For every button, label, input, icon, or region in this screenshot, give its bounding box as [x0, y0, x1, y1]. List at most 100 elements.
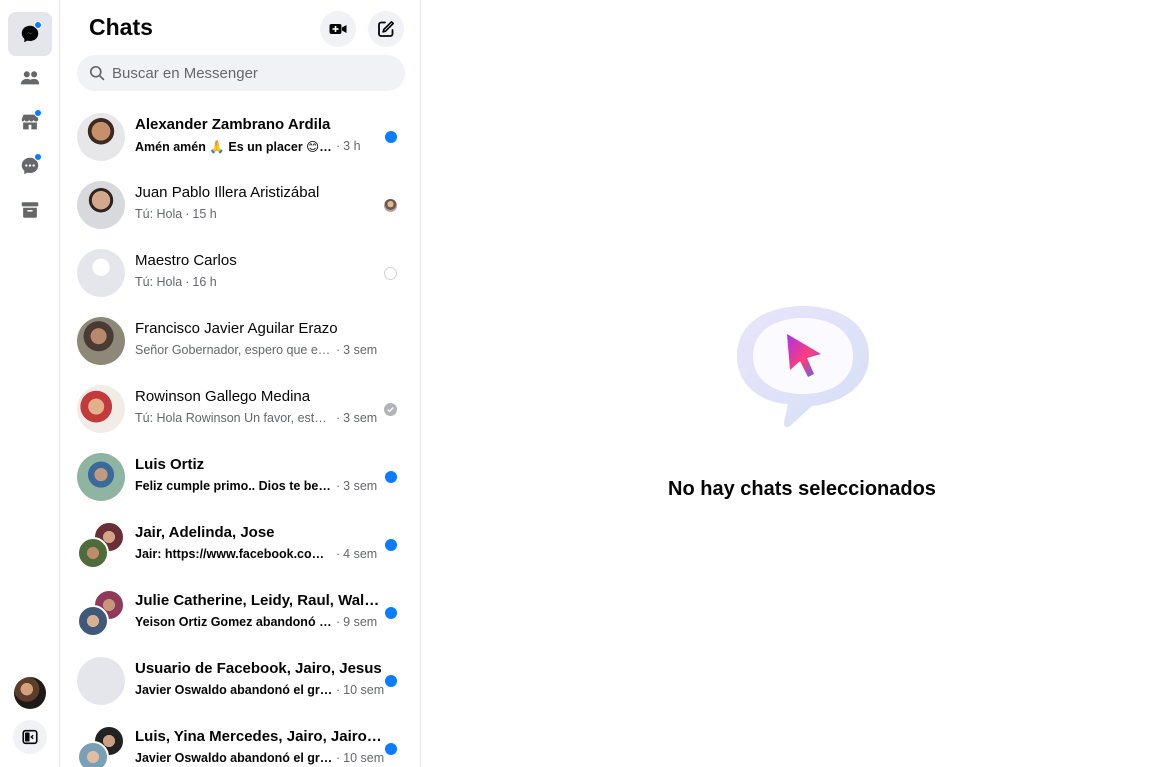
rail-archive-button[interactable]: [8, 188, 52, 232]
search-input[interactable]: [112, 64, 392, 82]
chat-name: Alexander Zambrano Ardila: [135, 116, 331, 133]
chat-preview: Javier Oswaldo abandonó el grupo · 10 sem: [135, 683, 385, 697]
chat-time: 10 sem: [343, 751, 385, 765]
messenger-app: Chats Alexander Zambrano Ardila Amén amén…: [0, 0, 1167, 767]
chat-name: Jair, Adelinda, Jose: [135, 524, 275, 541]
chat-preview: Tú: Hola · 16 h: [135, 275, 385, 289]
unread-dot: [385, 675, 397, 687]
compose-icon: [378, 21, 394, 37]
avatar: [77, 521, 125, 569]
chat-row[interactable]: Usuario de Facebook, Jairo, Jesus Javier …: [69, 647, 413, 715]
separator: ·: [336, 343, 341, 357]
chat-name: Rowinson Gallego Medina: [135, 388, 311, 405]
rail-marketplace-button[interactable]: [8, 100, 52, 144]
chat-name: Maestro Carlos: [135, 252, 237, 269]
sidebar-toggle-icon: [22, 729, 38, 745]
conversation-area: No hay chats seleccionados: [422, 0, 1167, 767]
profile-avatar[interactable]: [14, 677, 46, 709]
avatar: [77, 113, 125, 161]
chat-preview: Feliz cumple primo.. Dios te bendiga · 3 s…: [135, 479, 385, 493]
chat-preview: Jair: https://www.facebook.com/share·4 s…: [135, 547, 385, 561]
unread-dot: [385, 607, 397, 619]
chat-name: Luis Ortiz: [135, 456, 205, 473]
notification-dot: [34, 21, 42, 29]
sent-indicator: [384, 267, 397, 280]
notification-dot: [34, 109, 42, 117]
chat-row[interactable]: Julie Catherine, Leidy, Raul, Walter Yeis…: [69, 579, 413, 647]
chat-time: 10 sem: [343, 683, 385, 697]
no-chat-illustration: [737, 306, 869, 428]
separator: ·: [336, 139, 341, 153]
avatar: [77, 725, 125, 767]
chat-snippet: Tú: Hola: [135, 275, 183, 289]
toggle-sidebar-button[interactable]: [13, 720, 47, 754]
chat-row[interactable]: Luis, Yina Mercedes, Jairo, Jairo, Yeiso…: [69, 715, 413, 767]
unread-dot: [385, 743, 397, 755]
search-icon: [89, 65, 105, 81]
chat-snippet: Tú: Hola: [135, 207, 183, 221]
chat-row[interactable]: Jair, Adelinda, Jose Jair: https://www.fa…: [69, 511, 413, 579]
seen-avatar: [384, 199, 397, 212]
chat-snippet: Javier Oswaldo abandonó el grupo: [135, 683, 333, 697]
chat-snippet: Javier Oswaldo abandonó el grupo: [135, 751, 333, 765]
chat-preview: Señor Gobernador, espero que esté muy bi…: [135, 343, 385, 357]
chat-time: 3 sem: [343, 411, 378, 425]
avatar: [77, 249, 125, 297]
empty-state-text: No hay chats seleccionados: [668, 478, 936, 500]
chat-name: Luis, Yina Mercedes, Jairo, Jairo, Yeiso…: [135, 728, 383, 745]
rail-chats-button[interactable]: [8, 12, 52, 56]
separator: ·: [336, 751, 341, 765]
delivered-check-icon: [384, 403, 397, 416]
chat-snippet: Tú: Hola Rowinson Un favor, estoy buscan…: [135, 411, 333, 425]
new-message-button[interactable]: [368, 11, 404, 47]
chat-row[interactable]: Luis Ortiz Feliz cumple primo.. Dios te b…: [69, 443, 413, 511]
chat-time: 4 sem: [343, 547, 378, 561]
chat-name: Juan Pablo Illera Aristizábal: [135, 184, 320, 201]
chat-row[interactable]: Francisco Javier Aguilar Erazo Señor Gobe…: [69, 307, 413, 375]
chat-row[interactable]: Alexander Zambrano Ardila Amén amén 🙏 Es …: [69, 103, 413, 171]
avatar: [77, 657, 125, 705]
chat-preview: Tú: Hola Rowinson Un favor, estoy buscan…: [135, 411, 385, 425]
unread-dot: [385, 471, 397, 483]
chat-time: 15 h: [192, 207, 217, 221]
chat-preview: Amén amén 🙏 Es un placer 😊 Que el Señor …: [135, 139, 385, 155]
group-avatar-front: [77, 605, 109, 637]
page-title: Chats: [89, 14, 153, 40]
chat-name: Francisco Javier Aguilar Erazo: [135, 320, 338, 337]
avatar: [77, 453, 125, 501]
left-rail: [0, 0, 60, 767]
separator: ·: [185, 207, 190, 221]
chat-name: Julie Catherine, Leidy, Raul, Walter: [135, 592, 383, 609]
new-video-call-button[interactable]: [320, 11, 356, 47]
separator: ·: [336, 479, 341, 493]
chat-time: 9 sem: [343, 615, 378, 629]
chat-preview: Yeison Ortiz Gomez abandonó el grupo·9 s…: [135, 615, 385, 629]
separator: ·: [185, 275, 190, 289]
chat-row[interactable]: Rowinson Gallego Medina Tú: Hola Rowinson…: [69, 375, 413, 443]
chat-row[interactable]: Maestro Carlos Tú: Hola · 16 h: [69, 239, 413, 307]
chat-snippet: Señor Gobernador, espero que esté muy bi…: [135, 343, 333, 357]
chat-snippet: Feliz cumple primo.. Dios te bendiga: [135, 479, 333, 493]
avatar: [77, 181, 125, 229]
archive-icon: [21, 202, 39, 218]
rail-people-button[interactable]: [8, 56, 52, 100]
rail-requests-button[interactable]: [8, 144, 52, 188]
chat-row[interactable]: Juan Pablo Illera Aristizábal Tú: Hola · 15…: [69, 171, 413, 239]
group-avatar-front: [77, 741, 109, 767]
chat-snippet: Amén amén 🙏 Es un placer 😊 Que el Señor …: [135, 140, 333, 154]
chat-snippet: Jair: https://www.facebook.com/share: [135, 547, 333, 561]
chat-name: Usuario de Facebook, Jairo, Jesus: [135, 660, 382, 677]
search-bar[interactable]: [77, 55, 405, 91]
separator: ·: [336, 547, 341, 561]
chat-time: 3 sem: [343, 479, 378, 493]
unread-dot: [385, 131, 397, 143]
chat-snippet: Yeison Ortiz Gomez abandonó el grupo: [135, 615, 333, 629]
group-avatar-front: [77, 537, 109, 569]
chat-preview: Tú: Hola · 15 h: [135, 207, 385, 221]
avatar: [77, 589, 125, 637]
avatar: [77, 385, 125, 433]
notification-dot: [34, 153, 42, 161]
chat-time: 3 h: [343, 139, 361, 153]
avatar: [77, 317, 125, 365]
video-plus-icon: [329, 24, 347, 34]
